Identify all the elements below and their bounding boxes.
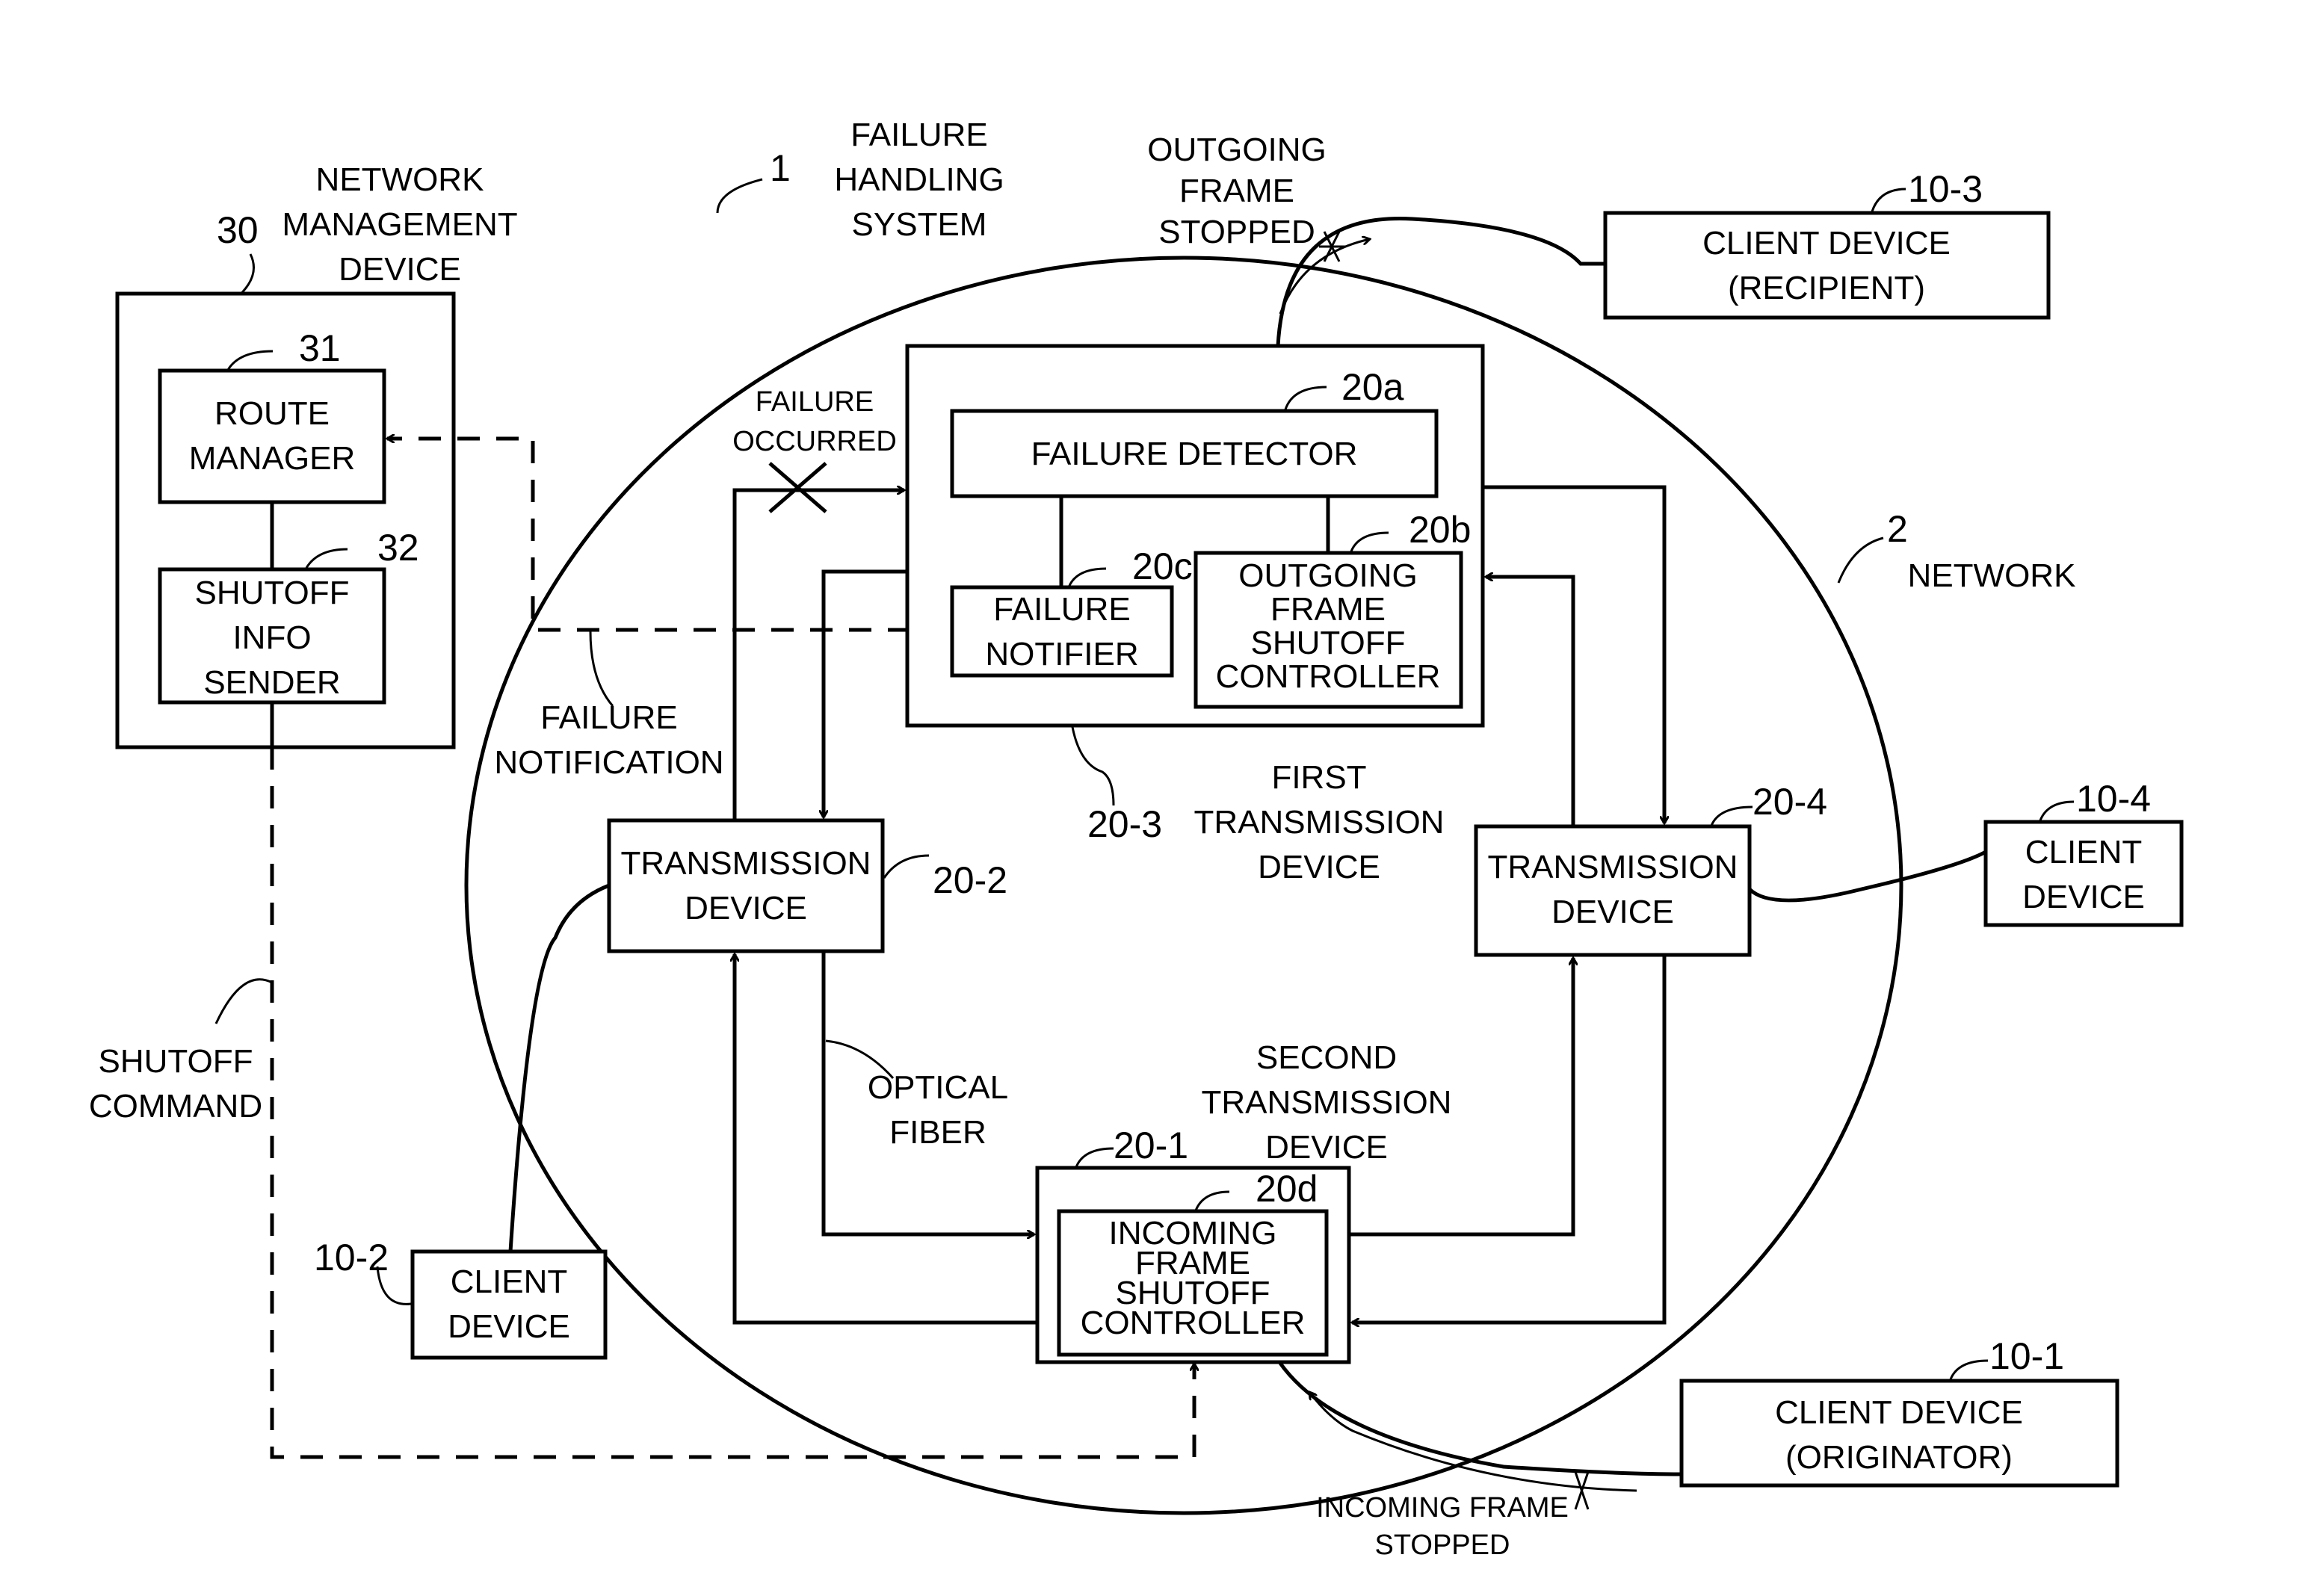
outgoing-ctrl-3: SHUTOFF <box>1251 625 1406 661</box>
second-device-ref: 20-1 <box>1114 1125 1188 1166</box>
failure-detector-label: FAILURE DETECTOR <box>1031 436 1358 472</box>
c4-label-2: DEVICE <box>2022 879 2145 915</box>
outgoing-ctrl-1: OUTGOING <box>1238 557 1418 594</box>
c2-ref: 10-2 <box>314 1237 389 1278</box>
route-manager-label-2: MANAGER <box>189 440 355 477</box>
c1-label-1: CLIENT DEVICE <box>1775 1394 2023 1431</box>
tx4-label-1: TRANSMISSION <box>1488 849 1738 885</box>
system-title-1: FAILURE <box>850 117 987 153</box>
route-manager <box>158 368 386 504</box>
first-device-label-2: TRANSMISSION <box>1194 804 1445 841</box>
sender-label-2: INFO <box>232 619 311 656</box>
sender-label-3: SENDER <box>203 664 340 701</box>
incoming-stopped-1: INCOMING FRAME <box>1316 1492 1569 1524</box>
transmission-device-20-2 <box>607 818 885 953</box>
c1-label-2: (ORIGINATOR) <box>1785 1439 2013 1476</box>
link-tx4-to-c4 <box>1748 850 1987 903</box>
outgoing-ctrl-2: FRAME <box>1270 591 1386 628</box>
c3-label-1: CLIENT DEVICE <box>1702 225 1951 262</box>
notifier-label-1: FAILURE <box>993 591 1130 628</box>
c3-label-2: (RECIPIENT) <box>1728 270 1925 306</box>
fiber-tx4-to-first <box>1486 577 1575 826</box>
fiber-tx4-to-second <box>1352 955 1667 1323</box>
second-device-label-3: DEVICE <box>1265 1129 1388 1166</box>
optical-fiber-2: FIBER <box>889 1114 986 1151</box>
system-title-2: HANDLING <box>834 161 1004 198</box>
outgoing-stopped-1: OUTGOING <box>1147 132 1327 168</box>
mgmt-ref: 30 <box>217 209 259 251</box>
outgoing-stopped-2: FRAME <box>1179 173 1294 209</box>
detector-ref: 20a <box>1341 366 1404 408</box>
incoming-stopped-2: STOPPED <box>1375 1530 1510 1561</box>
fiber-first-to-tx2 <box>824 569 907 817</box>
c4-label-1: CLIENT <box>2025 834 2142 870</box>
mgmt-label-2: MANAGEMENT <box>282 206 517 243</box>
tx2-ref: 20-2 <box>933 859 1007 901</box>
sender-ref: 32 <box>377 527 419 569</box>
outgoing-ctrl-ref: 20b <box>1409 509 1471 551</box>
incoming-ctrl-4: CONTROLLER <box>1081 1305 1306 1341</box>
system-ref: 1 <box>770 147 791 189</box>
tx4-ref: 20-4 <box>1753 781 1827 823</box>
c3-ref: 10-3 <box>1908 168 1983 210</box>
second-device-label-1: SECOND <box>1256 1039 1397 1076</box>
failure-occurred-2: OCCURRED <box>732 426 897 457</box>
leader-network <box>1837 536 1884 584</box>
transmission-device-20-4 <box>1474 824 1752 957</box>
first-device-label-3: DEVICE <box>1258 849 1380 885</box>
fiber-second-to-tx2 <box>735 954 1037 1325</box>
failure-occurred-1: FAILURE <box>756 386 874 418</box>
failure-notification-path <box>387 439 949 632</box>
route-manager-label-1: ROUTE <box>214 395 330 432</box>
mgmt-label-3: DEVICE <box>339 251 461 288</box>
incoming-ctrl-ref: 20d <box>1256 1168 1318 1210</box>
system-title-3: SYSTEM <box>852 206 987 243</box>
leader-system <box>716 178 763 214</box>
fiber-tx2-to-first <box>732 490 904 820</box>
failure-notification-1: FAILURE <box>540 699 677 736</box>
notifier-label-2: NOTIFIER <box>985 636 1138 672</box>
outgoing-ctrl-4: CONTROLLER <box>1216 658 1441 695</box>
shutoff-command-2: COMMAND <box>89 1088 262 1125</box>
outgoing-stopped-3: STOPPED <box>1158 214 1315 250</box>
sender-label-1: SHUTOFF <box>195 575 350 611</box>
first-device-ref: 20-3 <box>1087 803 1162 845</box>
shutoff-command-1: SHUTOFF <box>99 1043 253 1080</box>
network-label: NETWORK <box>1908 557 2076 594</box>
network-ref: 2 <box>1887 508 1908 550</box>
c4-ref: 10-4 <box>2076 778 2151 820</box>
tx2-label-1: TRANSMISSION <box>621 845 871 882</box>
mgmt-label-1: NETWORK <box>316 161 484 198</box>
c2-label-1: CLIENT <box>451 1264 567 1300</box>
c2-label-2: DEVICE <box>448 1308 570 1345</box>
optical-fiber-1: OPTICAL <box>868 1069 1008 1106</box>
notifier-ref: 20c <box>1132 545 1193 587</box>
tx4-label-2: DEVICE <box>1551 894 1674 930</box>
tx2-label-2: DEVICE <box>685 890 807 927</box>
route-manager-ref: 31 <box>299 327 341 369</box>
c1-ref: 10-1 <box>1989 1335 2064 1377</box>
failure-handling-diagram: 2 NETWORK 1 FAILURE HANDLING SYSTEM 30 N… <box>89 117 2184 1561</box>
first-device-label-1: FIRST <box>1271 759 1366 796</box>
second-device-label-2: TRANSMISSION <box>1202 1084 1452 1121</box>
failure-notification-2: NOTIFICATION <box>494 744 723 781</box>
